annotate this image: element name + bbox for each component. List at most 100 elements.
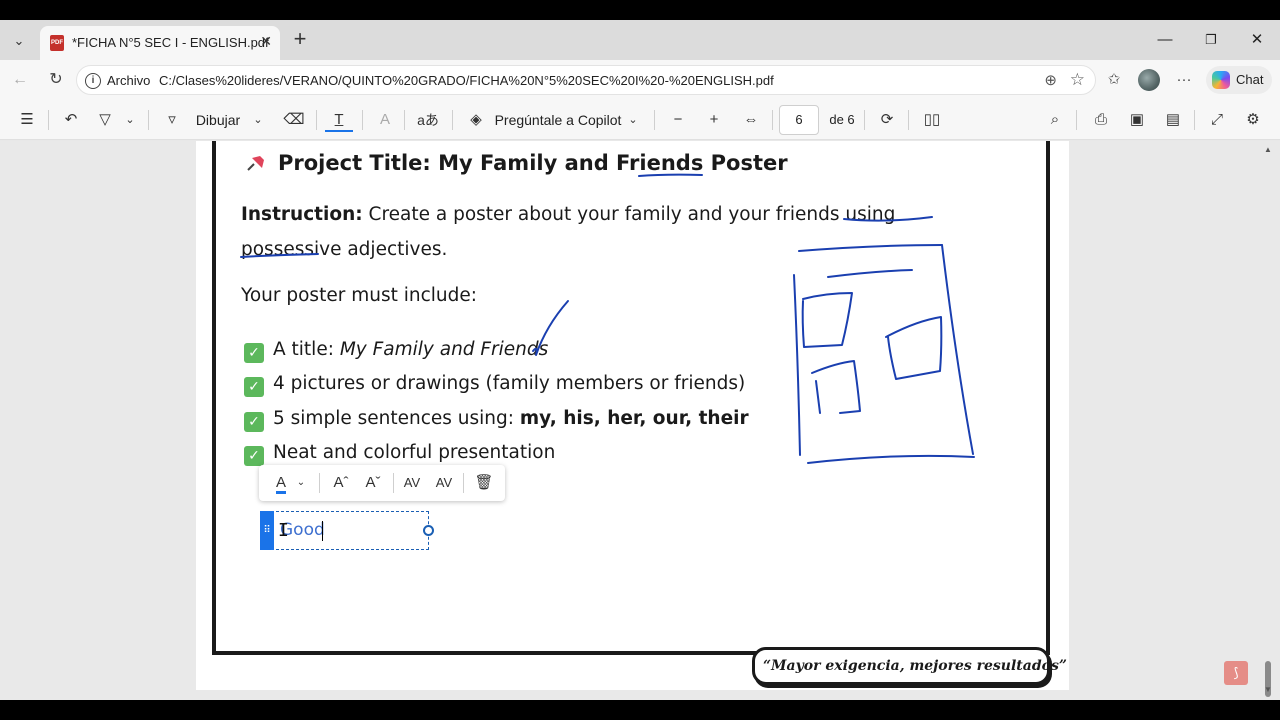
font-color-chevron-icon[interactable]: ⌄ [293,471,309,495]
divider [48,110,49,130]
close-tab-icon[interactable]: ✕ [260,33,272,50]
checkmark-icon: ✓ [244,412,264,432]
decrease-font-size-icon[interactable]: Aˇ [361,471,385,495]
must-include-heading: Your poster must include: [241,285,477,306]
favorites-icon[interactable]: ✩ [1102,68,1126,92]
divider [404,110,405,130]
site-info-icon[interactable]: i [85,73,101,89]
eraser-icon[interactable]: ⌫ [281,108,307,132]
divider [864,110,865,130]
back-arrow-icon[interactable]: ← [8,68,32,92]
save-as-icon[interactable]: ▤ [1160,108,1186,132]
print-icon[interactable]: ⎙ [1088,108,1114,132]
acrobat-icon[interactable]: ⟆ [1224,661,1248,685]
motto-text: “Mayor exigencia, mejores resultados” [763,658,1067,674]
copilot-outline-icon[interactable]: ◈ [464,108,488,132]
delete-trash-icon[interactable]: 🗑 [471,471,497,495]
project-title: Project Title: My Family and Friends Pos… [278,151,788,175]
tab-title: *FICHA N°5 SEC I - ENGLISH.pdf [72,35,269,50]
divider [463,473,464,493]
scroll-down-icon[interactable]: ▼ [1264,685,1272,694]
zoom-out-icon[interactable]: − [666,108,690,132]
copilot-label[interactable]: Pregúntale a Copilot [492,108,624,132]
refresh-icon[interactable]: ↻ [44,68,68,92]
page-number-input[interactable]: 6 [779,105,819,135]
checklist-item: ✓ A title: My Family and Friends [244,339,548,363]
chat-label: Chat [1236,72,1264,87]
scroll-up-icon[interactable]: ▲ [1264,145,1272,154]
divider [148,110,149,130]
drag-handle-icon[interactable]: ⠿ [260,511,274,550]
pdf-viewer: Project Title: My Family and Friends Pos… [0,141,1280,700]
checklist-item: ✓ Neat and colorful presentation [244,442,555,466]
restore-icon[interactable]: ❐ [1199,28,1223,52]
settings-gear-icon[interactable]: ⚙ [1240,108,1266,132]
divider [654,110,655,130]
resize-handle[interactable] [423,525,434,536]
tab-actions-chevron-icon[interactable]: ⌄ [6,28,32,54]
item-emphasis: my, his, her, our, their [519,408,749,429]
divider [772,110,773,130]
page-total: de 6 [829,112,855,127]
pdf-file-icon: PDF [50,35,64,51]
page-view-icon[interactable]: ▯▯ [918,108,946,132]
instruction-paragraph: Instruction: Create a poster about your … [241,197,961,267]
search-icon[interactable]: ⌕ [1042,108,1068,132]
draw-label[interactable]: Dibujar [190,108,246,132]
copilot-chevron-icon[interactable]: ⌄ [624,108,642,132]
text-format-icon[interactable]: A [372,108,398,132]
motto-banner: “Mayor exigencia, mejores resultados” [752,647,1067,685]
copilot-icon [1212,71,1230,89]
item-text: 5 simple sentences using: [273,408,520,429]
tab-strip: ⌄ PDF *FICHA N°5 SEC I - ENGLISH.pdf ✕ +… [0,20,1280,60]
more-options-icon[interactable]: ··· [1172,68,1196,92]
decrease-spacing-icon[interactable]: AV [431,471,457,495]
browser-window: ⌄ PDF *FICHA N°5 SEC I - ENGLISH.pdf ✕ +… [0,20,1280,700]
instruction-label: Instruction: [241,204,363,225]
scheme-label: Archivo [107,73,151,88]
minimize-icon[interactable]: — [1153,28,1177,52]
favorite-star-icon[interactable]: ☆ [1070,70,1085,90]
divider [1076,110,1077,130]
text-format-toolbar: A ⌄ Aˆ Aˇ AV AV 🗑 [259,465,505,501]
undo-icon[interactable]: ↶ [58,108,84,132]
divider [393,473,394,493]
save-icon[interactable]: ▣ [1124,108,1150,132]
divider [452,110,453,130]
divider [316,110,317,130]
fit-width-icon[interactable]: ⇔ [738,108,764,132]
add-text-icon[interactable]: T̲ [325,108,353,132]
tab-pdf[interactable]: PDF *FICHA N°5 SEC I - ENGLISH.pdf ✕ [40,26,280,60]
font-color-icon[interactable]: A [269,471,293,495]
copilot-chat-button[interactable]: Chat [1206,66,1272,94]
close-window-icon[interactable]: ✕ [1245,28,1269,52]
vertical-scrollbar[interactable]: ▲ ▼ [1262,141,1274,700]
increase-font-size-icon[interactable]: Aˆ [329,471,353,495]
new-tab-plus-icon[interactable]: + [288,28,312,52]
rotate-icon[interactable]: ⟳ [874,108,900,132]
address-bar-row: ← ↻ i Archivo C:/Clases%20lideres/VERANO… [0,60,1280,100]
highlight-icon[interactable]: ▽ [92,108,118,132]
zoom-icon[interactable]: ⊕ [1044,71,1057,89]
screen: ⌄ PDF *FICHA N°5 SEC I - ENGLISH.pdf ✕ +… [0,0,1280,720]
profile-avatar[interactable] [1138,69,1160,91]
fullscreen-icon[interactable]: ⤢ [1204,108,1230,132]
address-field[interactable]: i Archivo C:/Clases%20lideres/VERANO/QUI… [76,65,1096,95]
url-text[interactable]: C:/Clases%20lideres/VERANO/QUINTO%20GRAD… [159,73,774,88]
read-aloud-translate-icon[interactable]: aあ [414,108,442,132]
pdf-page: Project Title: My Family and Friends Pos… [196,141,1069,690]
item-text: A title: [273,339,340,360]
text-caret [322,521,323,541]
divider [1194,110,1195,130]
divider [362,110,363,130]
contents-list-icon[interactable]: ☰ [14,108,40,132]
draw-pen-icon[interactable]: ▿ [160,108,184,132]
zoom-in-icon[interactable]: + [702,108,726,132]
checklist-item: ✓ 4 pictures or drawings (family members … [244,373,745,397]
highlight-options-chevron-icon[interactable]: ⌄ [120,108,140,132]
pdf-toolbar: ☰ ↶ ▽ ⌄ ▿ Dibujar ⌄ ⌫ T̲ A aあ ◈ Pregúnta… [0,100,1280,140]
item-text: Neat and colorful presentation [273,442,556,463]
draw-options-chevron-icon[interactable]: ⌄ [248,108,268,132]
checklist-item: ✓ 5 simple sentences using: my, his, her,… [244,408,749,432]
increase-spacing-icon[interactable]: AV [399,471,425,495]
